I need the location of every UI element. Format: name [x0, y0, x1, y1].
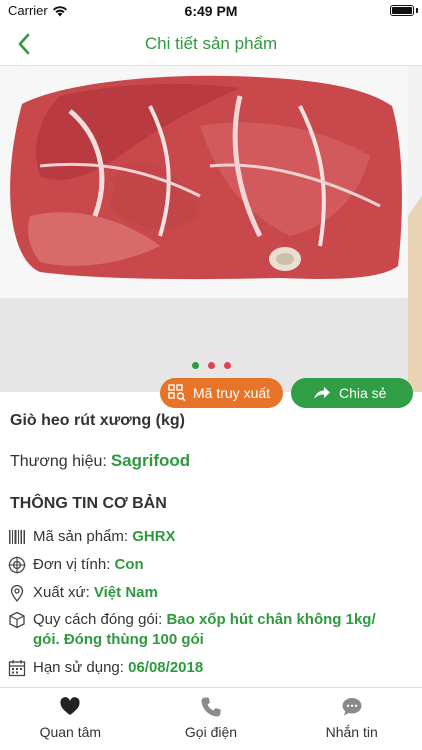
- calendar-icon: [8, 660, 26, 677]
- bottom-tab-bar: Quan tâm Gọi điện Nhắn tin: [0, 687, 422, 750]
- share-arrow-icon: [314, 387, 330, 399]
- battery-icon: [390, 5, 414, 16]
- info-text: Quy cách đóng gói: Bao xốp hút chân khôn…: [33, 610, 376, 650]
- battery-cap: [416, 8, 418, 13]
- packaging-value-line2: gói. Đóng thùng 100 gói: [33, 631, 204, 648]
- package-box-icon: [9, 611, 25, 629]
- tab-favorite[interactable]: Quan tâm: [0, 688, 141, 750]
- share-label: Chia sẻ: [339, 385, 387, 401]
- phone-icon: [201, 697, 221, 717]
- basic-info-heading: THÔNG TIN CƠ BẢN: [10, 495, 167, 512]
- target-icon: [8, 556, 26, 574]
- brand-value: Sagrifood: [110, 451, 191, 470]
- share-button[interactable]: Chia sẻ: [291, 378, 413, 408]
- info-text: Đơn vị tính: Con: [33, 555, 144, 575]
- brand-label: Thương hiệu:: [10, 453, 107, 470]
- page-title: Chi tiết sản phẩm: [144, 34, 278, 53]
- carousel-dot[interactable]: [207, 362, 215, 369]
- trace-code-label: Mã truy xuất: [193, 385, 271, 401]
- map-pin-icon: [10, 584, 24, 602]
- barcode-icon: [9, 530, 25, 544]
- info-text: Mã sản phẩm: GHRX: [33, 527, 176, 547]
- tab-message[interactable]: Nhắn tin: [281, 688, 422, 750]
- status-bar: Carrier 6:49 PM: [0, 0, 422, 22]
- carousel-dots: [0, 362, 422, 369]
- expiry-label: Hạn sử dụng:: [33, 659, 124, 676]
- origin-value: Việt Nam: [93, 584, 158, 601]
- expiry-value: 06/08/2018: [128, 659, 204, 676]
- info-text: Xuất xứ: Việt Nam: [33, 583, 158, 603]
- product-image-carousel[interactable]: [0, 66, 422, 392]
- tab-favorite-label: Quan tâm: [39, 724, 102, 740]
- tab-call-label: Gọi điện: [184, 724, 238, 740]
- brand-row: Thương hiệu: Sagrifood: [10, 451, 190, 471]
- unit-value: Con: [114, 556, 144, 573]
- tab-message-label: Nhắn tin: [325, 724, 378, 740]
- trace-code-button[interactable]: Mã truy xuất: [160, 378, 283, 408]
- nav-bar: Chi tiết sản phẩm: [0, 22, 422, 66]
- origin-label: Xuất xứ:: [33, 584, 90, 601]
- tab-call[interactable]: Gọi điện: [141, 688, 282, 750]
- info-text: Hạn sử dụng: 06/08/2018: [33, 658, 203, 678]
- product-image: [0, 66, 422, 392]
- heart-icon: [60, 697, 80, 715]
- product-code-value: GHRX: [132, 528, 176, 545]
- carousel-dot[interactable]: [191, 362, 199, 369]
- carousel-dot[interactable]: [223, 362, 231, 369]
- packaging-value-line1: Bao xốp hút chân không 1kg/: [166, 611, 376, 628]
- clock-label: 6:49 PM: [184, 3, 238, 19]
- packaging-label: Quy cách đóng gói:: [33, 611, 163, 628]
- product-name: Giò heo rút xương (kg): [10, 412, 185, 429]
- unit-label: Đơn vị tính:: [33, 556, 111, 573]
- qr-search-icon: [168, 384, 186, 402]
- product-code-label: Mã sản phẩm:: [33, 528, 129, 545]
- chat-bubble-icon: [342, 698, 362, 716]
